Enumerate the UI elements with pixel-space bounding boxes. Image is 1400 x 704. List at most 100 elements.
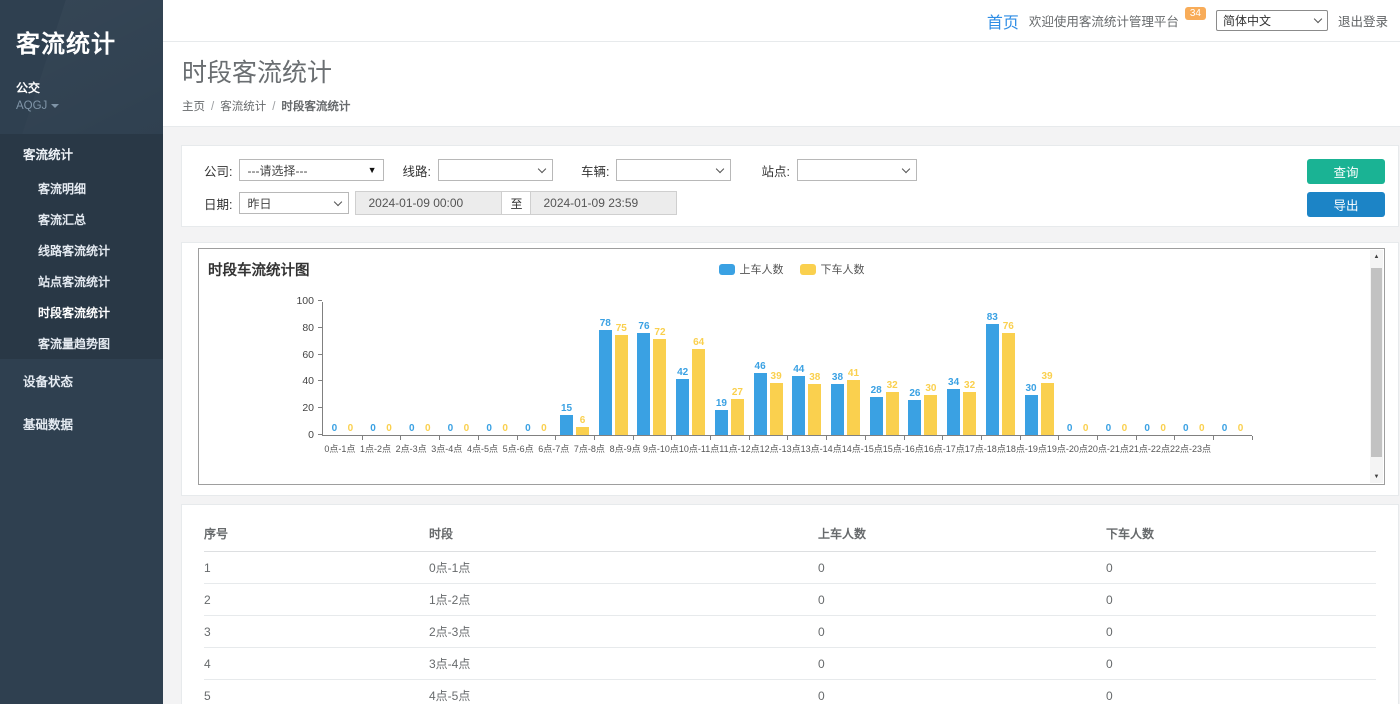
date-start-input[interactable]: 2024-01-09 00:00 <box>355 191 502 215</box>
bar-group: 00 <box>1097 302 1136 435</box>
stats-table: 序号时段上车人数下车人数 10点-1点0021点-2点0032点-3点0043点… <box>204 517 1376 704</box>
chart-title: 时段车流统计图 <box>208 259 310 280</box>
x-tick-label: 5点-6点 <box>500 442 536 455</box>
export-button[interactable]: 导出 <box>1307 192 1385 217</box>
bar-slot: 0 <box>1156 289 1170 435</box>
sidebar-subitem[interactable]: 时段客流统计 <box>0 297 163 328</box>
bar-value-label: 75 <box>616 323 627 334</box>
company-select[interactable]: ---请选择--- ▼ <box>239 159 384 181</box>
bar-value-label: 0 <box>386 423 392 434</box>
bar-slot: 0 <box>1140 289 1154 435</box>
table-row: 32点-3点00 <box>204 616 1376 648</box>
scrollbar-down-arrow[interactable]: ▼ <box>1370 470 1383 483</box>
bar-group: 4264 <box>671 302 710 435</box>
bar-slot: 0 <box>405 289 419 435</box>
legend-chip <box>719 264 735 275</box>
sidebar-subitem[interactable]: 客流明细 <box>0 173 163 204</box>
bar <box>676 379 689 435</box>
page-heading: 时段客流统计 主页/客流统计/时段客流统计 <box>163 42 1400 127</box>
sidebar-item-base-data[interactable]: 基础数据 <box>0 402 163 445</box>
bar-value-label: 0 <box>1199 423 1205 434</box>
scrollbar-up-arrow[interactable]: ▲ <box>1370 250 1383 263</box>
bar-slot: 32 <box>885 289 899 435</box>
language-select[interactable]: 简体中文 <box>1216 10 1328 31</box>
bar-value-label: 0 <box>1106 423 1112 434</box>
bar-value-label: 38 <box>832 372 843 383</box>
logout-link[interactable]: 退出登录 <box>1338 11 1388 30</box>
table-panel: 序号时段上车人数下车人数 10点-1点0021点-2点0032点-3点0043点… <box>181 504 1399 704</box>
home-link[interactable]: 首页 <box>987 9 1019 33</box>
x-tick-label: 6点-7点 <box>536 442 572 455</box>
bar-slot: 0 <box>327 289 341 435</box>
bar-group: 00 <box>478 302 517 435</box>
bar <box>870 397 883 435</box>
sidebar-subitem[interactable]: 线路客流统计 <box>0 235 163 266</box>
bar <box>715 410 728 435</box>
bar-slot: 0 <box>382 289 396 435</box>
bar-value-label: 15 <box>561 403 572 414</box>
table-row: 54点-5点00 <box>204 680 1376 704</box>
date-preset-value: 昨日 <box>247 195 271 212</box>
legend-chip <box>800 264 816 275</box>
sidebar-section-device-status: 设备状态 <box>0 359 163 402</box>
chart-area: 0204060801000000000000001567875767242641… <box>322 302 1252 436</box>
query-button[interactable]: 查询 <box>1307 159 1385 184</box>
date-end-input[interactable]: 2024-01-09 23:59 <box>530 191 677 215</box>
table-body: 10点-1点0021点-2点0032点-3点0043点-4点0054点-5点00… <box>204 552 1376 704</box>
breadcrumb-section[interactable]: 客流统计 <box>220 101 266 113</box>
x-tick-label: 14点-15点 <box>842 442 883 455</box>
y-tick-label: 100 <box>284 295 314 307</box>
sidebar-section-base-data: 基础数据 <box>0 402 163 445</box>
bar-value-label: 32 <box>887 380 898 391</box>
y-tick-label: 0 <box>284 429 314 441</box>
bar-value-label: 30 <box>1025 383 1036 394</box>
table-cell: 0 <box>1106 552 1376 584</box>
bar-value-label: 19 <box>716 398 727 409</box>
legend-item: 上车人数 <box>719 261 784 277</box>
filter-panel: 公司: ---请选择--- ▼ 线路: 车辆: 站点: <box>181 145 1399 227</box>
line-select[interactable] <box>438 159 553 181</box>
user-menu[interactable]: AQGJ <box>0 96 163 124</box>
bar-value-label: 0 <box>1067 423 1073 434</box>
bar-value-label: 0 <box>1144 423 1150 434</box>
x-tick-label: 22点-23点 <box>1170 442 1211 455</box>
bar-value-label: 0 <box>541 423 547 434</box>
bar-value-label: 0 <box>1238 423 1244 434</box>
bar-slot: 42 <box>676 289 690 435</box>
vehicle-select[interactable] <box>616 159 731 181</box>
bar-value-label: 0 <box>425 423 431 434</box>
bar-slot: 0 <box>1234 289 1248 435</box>
date-label: 日期: <box>204 194 232 213</box>
x-tick-label: 9点-10点 <box>643 442 679 455</box>
bar-slot: 0 <box>1079 289 1093 435</box>
table-cell: 2 <box>204 584 429 616</box>
bar-value-label: 0 <box>1222 423 1228 434</box>
sidebar-subitem[interactable]: 客流汇总 <box>0 204 163 235</box>
bar-slot: 39 <box>769 289 783 435</box>
bar-slot: 0 <box>459 289 473 435</box>
station-select[interactable] <box>797 159 917 181</box>
legend-label: 上车人数 <box>740 261 784 277</box>
bar-slot: 83 <box>985 289 999 435</box>
bar-value-label: 0 <box>486 423 492 434</box>
bar-group: 00 <box>1058 302 1097 435</box>
breadcrumb-home[interactable]: 主页 <box>182 101 205 113</box>
bar-value-label: 0 <box>448 423 454 434</box>
sidebar-item-device-status[interactable]: 设备状态 <box>0 359 163 402</box>
bar-value-label: 46 <box>755 361 766 372</box>
sidebar-item-passenger-stats[interactable]: 客流统计 <box>0 134 163 173</box>
sidebar-subitem[interactable]: 客流量趋势图 <box>0 328 163 359</box>
scrollbar-thumb[interactable] <box>1371 268 1382 457</box>
sidebar-section-passenger-stats: 客流统计 客流明细客流汇总线路客流统计站点客流统计时段客流统计客流量趋势图 <box>0 134 163 359</box>
bar-slot: 76 <box>637 289 651 435</box>
sidebar-subitem[interactable]: 站点客流统计 <box>0 266 163 297</box>
date-preset-select[interactable]: 昨日 <box>239 192 349 214</box>
y-tick-mark <box>318 380 322 381</box>
y-tick-mark <box>318 407 322 408</box>
x-tick-label: 20点-21点 <box>1088 442 1129 455</box>
sidebar-nav: 客流统计 客流明细客流汇总线路客流统计站点客流统计时段客流统计客流量趋势图 设备… <box>0 134 163 445</box>
bar <box>908 400 921 435</box>
bar <box>560 415 573 435</box>
sidebar: 客流统计 公交 AQGJ 客流统计 客流明细客流汇总线路客流统计站点客流统计时段… <box>0 0 163 704</box>
table-cell: 0 <box>1106 616 1376 648</box>
